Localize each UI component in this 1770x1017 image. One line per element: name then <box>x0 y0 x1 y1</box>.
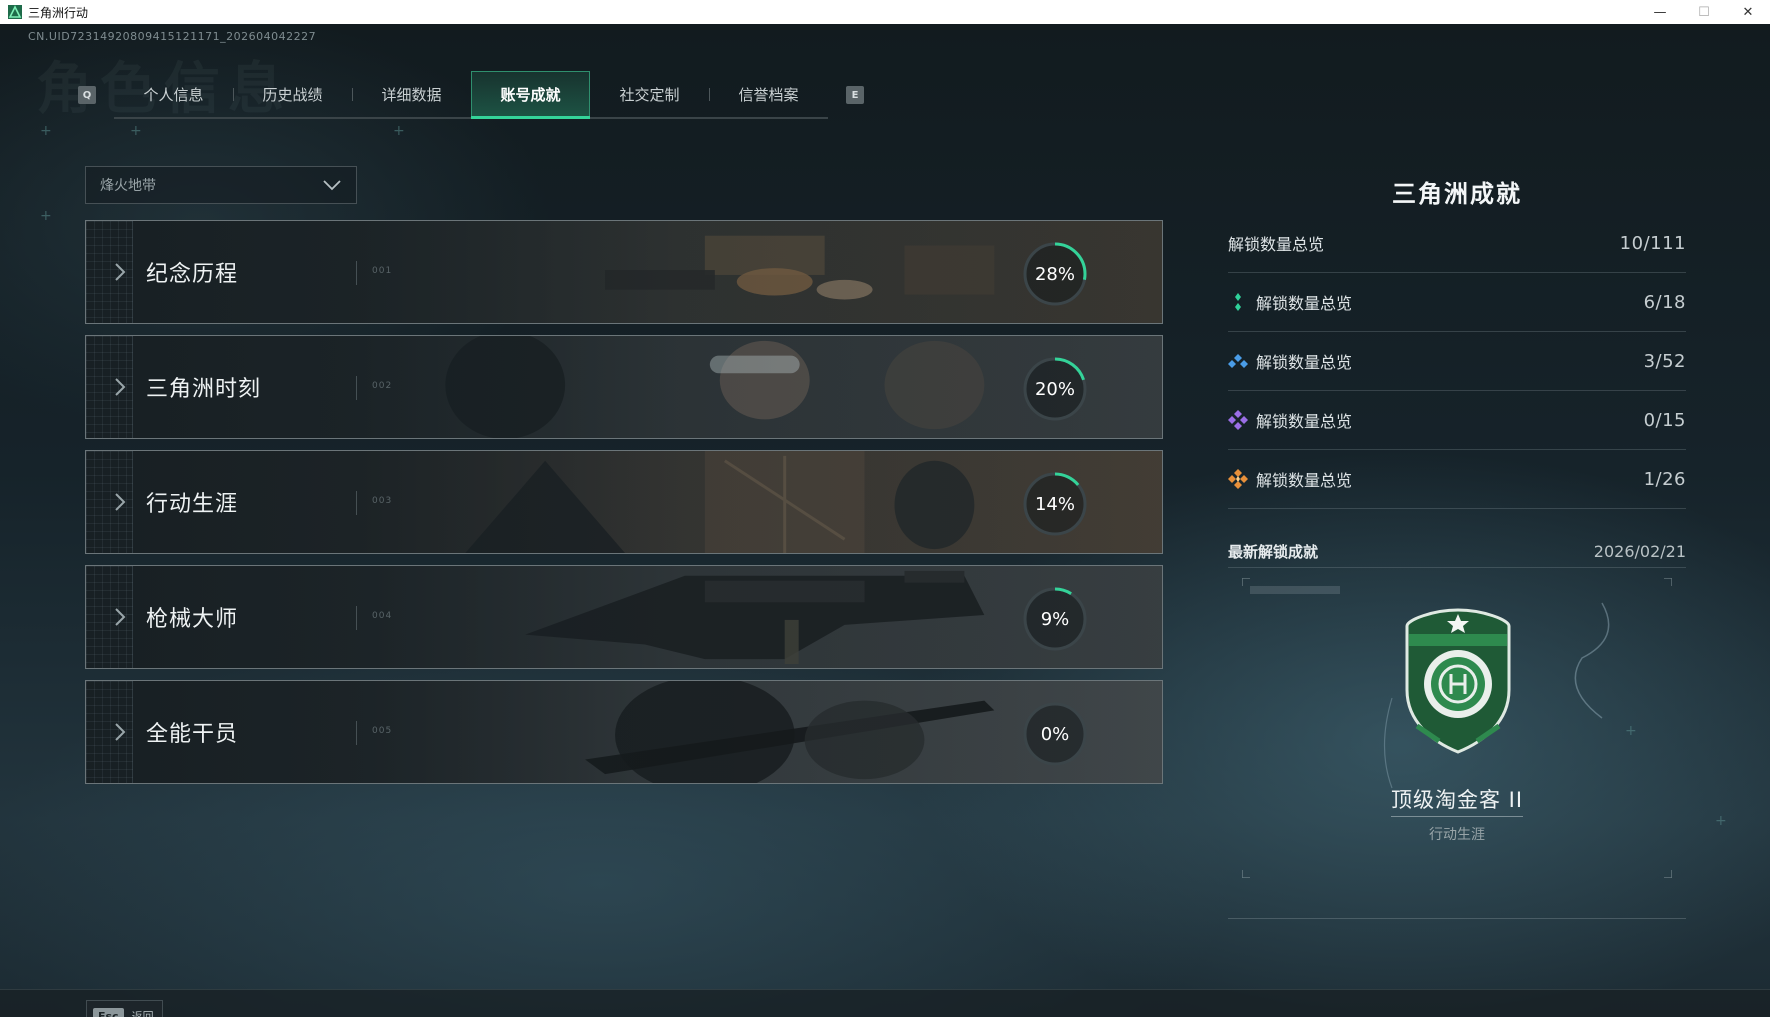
deco-cross-icon: + <box>393 123 405 139</box>
category-name: 纪念历程 <box>146 262 239 287</box>
deco-cross-icon: + <box>1715 813 1727 829</box>
tab-account-achievements[interactable]: 账号成就 <box>471 71 590 119</box>
stat-row-green-tier: 解锁数量总览 6/18 <box>1228 273 1686 332</box>
achievement-summary-panel: 三角洲成就 解锁数量总览 10/111 解锁数量总览 6/18 解锁数量总览 3… <box>1228 174 1686 919</box>
category-card-delta-moments[interactable]: 三角洲时刻 002 20% <box>85 335 1163 439</box>
progress-percent: 20% <box>1034 378 1075 400</box>
chevron-right-icon <box>115 378 126 396</box>
category-index-tag: 002 <box>372 381 393 391</box>
tab-list: 个人信息 历史战绩 详细数据 账号成就 社交定制 信誉档案 <box>114 71 828 119</box>
category-name: 全能干员 <box>146 722 239 747</box>
progress-percent: 0% <box>1040 723 1070 745</box>
chevron-right-icon <box>115 263 126 281</box>
stat-value: 6/18 <box>1643 291 1686 313</box>
window-titlebar: 三角洲行动 — ☐ ✕ <box>0 0 1770 24</box>
back-label: 返回 <box>131 1010 154 1017</box>
mode-select-dropdown[interactable]: 烽火地带 <box>85 166 357 204</box>
blue-tier-icon <box>1228 354 1248 368</box>
stat-value: 3/52 <box>1643 350 1686 372</box>
footer-bar: Esc 返回 <box>0 989 1770 1017</box>
tab-bar: Q 个人信息 历史战绩 详细数据 账号成就 社交定制 信誉档案 E <box>78 71 864 119</box>
progress-percent: 14% <box>1034 493 1075 515</box>
next-tab-key-hint[interactable]: E <box>846 86 864 104</box>
tab-detailed-data[interactable]: 详细数据 <box>352 71 471 117</box>
tab-match-history[interactable]: 历史战绩 <box>233 71 352 117</box>
stat-row-blue-tier: 解锁数量总览 3/52 <box>1228 332 1686 391</box>
category-index-tag: 003 <box>372 496 393 506</box>
back-button[interactable]: Esc 返回 <box>86 1000 163 1017</box>
stat-label: 解锁数量总览 <box>1256 471 1353 490</box>
category-name: 三角洲时刻 <box>146 377 262 402</box>
orange-tier-icon <box>1228 469 1248 489</box>
mode-select-value: 烽火地带 <box>100 178 156 194</box>
category-name: 枪械大师 <box>146 607 239 632</box>
summary-title: 三角洲成就 <box>1392 180 1522 208</box>
category-card-all-round-operator[interactable]: 全能干员 005 0% <box>85 680 1163 784</box>
chevron-right-icon <box>115 608 126 626</box>
game-screen: 角色信息 CN.UID7231492080941512117​1_2026040… <box>0 24 1770 1017</box>
category-card-operation-career[interactable]: 行动生涯 003 14% <box>85 450 1163 554</box>
badge-category: 行动生涯 <box>1429 827 1485 843</box>
category-card-weapon-master[interactable]: 枪械大师 004 9% <box>85 565 1163 669</box>
stat-value: 10/111 <box>1619 232 1686 254</box>
category-index-tag: 004 <box>372 611 393 621</box>
close-button[interactable]: ✕ <box>1726 0 1770 24</box>
chevron-right-icon <box>115 493 126 511</box>
stat-row-total: 解锁数量总览 10/111 <box>1228 214 1686 273</box>
deco-cross-icon: + <box>40 208 52 224</box>
latest-unlock-date: 2026/02/21 <box>1593 541 1686 561</box>
chevron-right-icon <box>115 723 126 741</box>
tab-reputation-record[interactable]: 信誉档案 <box>709 71 828 117</box>
badge-name: 顶级淘金客 II <box>1390 788 1524 812</box>
stat-label: 解锁数量总览 <box>1256 294 1353 313</box>
category-index-tag: 005 <box>372 726 393 736</box>
stat-value: 1/26 <box>1643 468 1686 490</box>
category-card-memorial[interactable]: 纪念历程 001 28% <box>85 220 1163 324</box>
achievement-category-list: 纪念历程 001 28% 三角洲时刻 002 20% 行动生涯 003 14% … <box>85 220 1163 795</box>
stat-label: 解锁数量总览 <box>1228 235 1325 254</box>
latest-unlock-label: 最新解锁成就 <box>1228 542 1319 561</box>
maximize-button[interactable]: ☐ <box>1682 0 1726 24</box>
latest-achievement-card[interactable]: 顶级淘金客 II 行动生涯 <box>1228 568 1686 919</box>
window-title: 三角洲行动 <box>28 5 89 20</box>
chevron-down-icon <box>323 180 341 191</box>
tab-social-customization[interactable]: 社交定制 <box>590 71 709 117</box>
stat-value: 0/15 <box>1643 409 1686 431</box>
category-index-tag: 001 <box>372 266 393 276</box>
stat-row-orange-tier: 解锁数量总览 1/26 <box>1228 450 1686 509</box>
deco-cross-icon: + <box>130 123 142 139</box>
achievement-badge-icon <box>1405 608 1511 754</box>
app-logo-icon <box>8 5 22 19</box>
purple-tier-icon <box>1228 410 1248 430</box>
progress-percent: 28% <box>1034 263 1075 285</box>
stat-row-purple-tier: 解锁数量总览 0/15 <box>1228 391 1686 450</box>
esc-key-hint: Esc <box>93 1007 124 1017</box>
green-tier-icon <box>1235 293 1241 311</box>
progress-percent: 9% <box>1040 608 1070 630</box>
prev-tab-key-hint[interactable]: Q <box>78 86 96 104</box>
latest-unlock-header: 最新解锁成就 2026/02/21 <box>1228 535 1686 568</box>
stat-label: 解锁数量总览 <box>1256 353 1353 372</box>
deco-cross-icon: + <box>40 123 52 139</box>
player-uid: CN.UID7231492080941512117​1_202604042227 <box>28 30 317 43</box>
tab-personal-info[interactable]: 个人信息 <box>114 71 233 117</box>
category-name: 行动生涯 <box>146 492 239 517</box>
stat-label: 解锁数量总览 <box>1256 412 1353 431</box>
minimize-button[interactable]: — <box>1638 0 1682 24</box>
